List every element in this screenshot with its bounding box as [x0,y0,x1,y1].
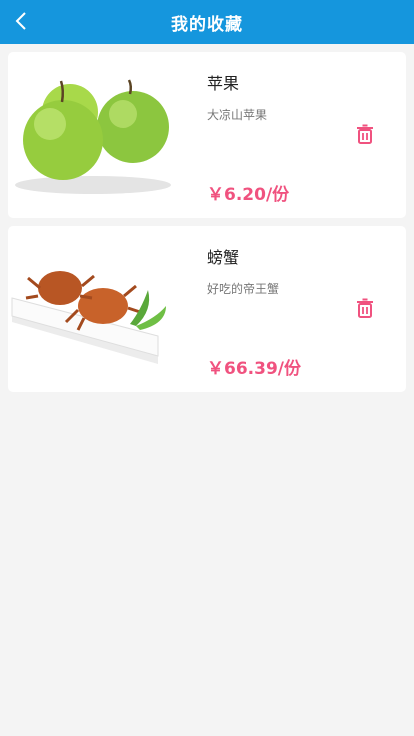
green-apples-image [15,79,171,194]
page-title: 我的收藏 [171,14,243,35]
item-name: 苹果 [207,74,240,93]
back-button[interactable] [10,10,32,32]
favorite-item[interactable]: 苹果 大凉山苹果 ￥6.20/份 [8,52,406,218]
trash-icon[interactable] [355,124,375,144]
item-name: 螃蟹 [207,248,240,267]
item-description: 大凉山苹果 [207,108,268,122]
item-description: 好吃的帝王蟹 [207,282,280,296]
chevron-left-icon [15,12,26,30]
item-price: ￥6.20/份 [207,185,290,205]
item-price: ￥66.39/份 [207,359,301,379]
trash-icon[interactable] [355,298,375,318]
top-bar: 我的收藏 [0,0,414,44]
favorite-item[interactable]: 螃蟹 好吃的帝王蟹 ￥66.39/份 [8,226,406,392]
crabs-on-plate-image [11,271,166,364]
